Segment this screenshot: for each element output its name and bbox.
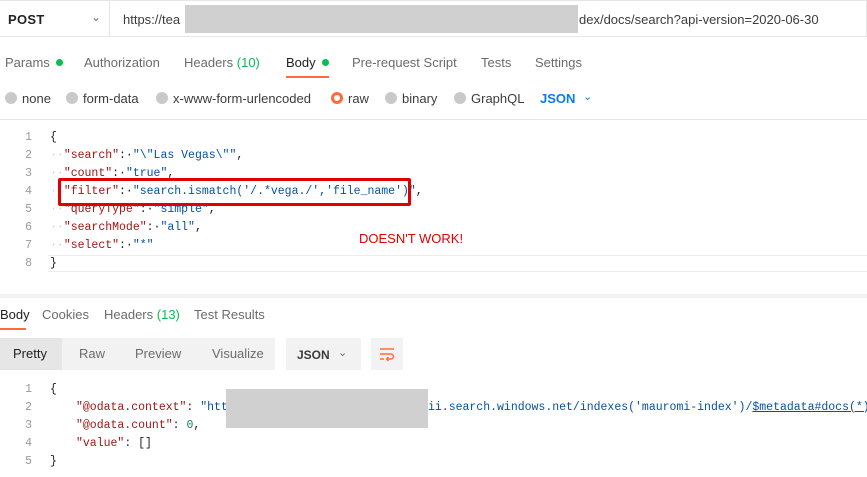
- json-value: "*": [132, 239, 154, 252]
- radio-none-label[interactable]: none: [22, 91, 51, 106]
- radio-raw-label[interactable]: raw: [348, 91, 369, 106]
- json-key: "@odata.context": [76, 401, 187, 414]
- chevron-down-icon: ⌄: [583, 91, 593, 103]
- tab-headers[interactable]: Headers (10): [184, 55, 260, 70]
- line-number: 7: [25, 239, 32, 252]
- code-line-count: "@odata.count": 0,: [76, 419, 201, 432]
- radio-raw[interactable]: [331, 92, 343, 104]
- radio-urlencoded-label[interactable]: x-www-form-urlencoded: [173, 91, 311, 106]
- line-number: 3: [25, 419, 32, 432]
- divider: [0, 119, 867, 120]
- code-line-context: "@odata.context": "http: [76, 401, 235, 414]
- line-number: 8: [25, 257, 32, 270]
- pane-resize-handle[interactable]: [0, 294, 867, 298]
- line-number: 2: [25, 149, 32, 162]
- response-body-viewer: 1 2 3 4 5 { "@odata.context": "http ii.s…: [0, 247, 867, 468]
- redaction-block: [185, 5, 578, 33]
- radio-form-data-label[interactable]: form-data: [83, 91, 139, 106]
- radio-graphql[interactable]: [454, 92, 466, 104]
- radio-form-data[interactable]: [66, 92, 78, 104]
- json-value: 0: [186, 419, 194, 432]
- json-value: "all": [160, 221, 195, 234]
- code-line-search: ··"search":·"\"Las Vegas\"",: [50, 149, 244, 162]
- response-tab-cookies[interactable]: Cookies: [42, 307, 89, 322]
- tab-headers-label: Headers: [184, 55, 234, 70]
- line-number: 3: [25, 167, 32, 180]
- response-headers-count: (13): [156, 307, 180, 322]
- response-tab-headers-label: Headers: [104, 307, 154, 322]
- metadata-link[interactable]: $metadata#docs(*): [752, 401, 867, 414]
- code-line-select: ··"select":·"*": [50, 239, 154, 252]
- view-raw[interactable]: Raw: [79, 346, 105, 361]
- response-tab-body[interactable]: Body: [0, 307, 30, 322]
- tab-prerequest-script[interactable]: Pre-request Script: [352, 55, 457, 70]
- line-number: 5: [25, 203, 32, 216]
- tab-body-label: Body: [286, 55, 316, 70]
- annotation-text: DOESN'T WORK!: [359, 231, 464, 246]
- tab-params-label: Params: [5, 55, 50, 70]
- tab-tests[interactable]: Tests: [481, 55, 511, 70]
- json-key: "searchMode": [63, 221, 147, 234]
- tab-settings[interactable]: Settings: [535, 55, 582, 70]
- method-selector[interactable]: POST ⌄: [0, 0, 110, 37]
- url-start: https://tea: [123, 12, 181, 27]
- active-tab-indicator: [0, 328, 26, 330]
- code-brace-close: }: [50, 455, 57, 468]
- method-label: POST: [8, 12, 45, 27]
- active-tab-indicator: [286, 76, 329, 78]
- code-line-value: "value": []: [76, 437, 152, 450]
- radio-none[interactable]: [5, 92, 17, 104]
- json-key: "select": [63, 239, 120, 252]
- json-key: "search": [63, 149, 120, 162]
- request-body-editor[interactable]: 1 2 3 4 5 6 7 8 { ··"search":·"\"Las Veg…: [0, 0, 867, 272]
- json-value: ii.search.windows.net/indexes('mauromi-i…: [428, 401, 753, 414]
- radio-urlencoded[interactable]: [156, 92, 168, 104]
- tab-authorization[interactable]: Authorization: [84, 55, 160, 70]
- radio-binary[interactable]: [385, 92, 397, 104]
- line-number: 4: [25, 437, 32, 450]
- json-key: "@odata.count": [76, 419, 173, 432]
- code-brace-open: {: [50, 131, 57, 144]
- line-number: 4: [25, 185, 32, 198]
- body-format-dropdown[interactable]: JSON: [540, 91, 575, 106]
- wrap-lines-icon: [380, 348, 395, 362]
- tab-body[interactable]: Body: [286, 55, 329, 70]
- current-line-highlight: [48, 255, 867, 272]
- chevron-down-icon: ⌄: [91, 10, 102, 24]
- highlight-box: [58, 178, 411, 206]
- view-pretty[interactable]: Pretty: [13, 346, 47, 361]
- json-value: []: [138, 437, 152, 450]
- view-visualize[interactable]: Visualize: [212, 346, 264, 361]
- line-number: 1: [25, 131, 32, 144]
- active-dot-icon: [55, 59, 63, 66]
- response-tab-headers[interactable]: Headers (13): [104, 307, 180, 322]
- headers-count: (10): [236, 55, 260, 70]
- radio-binary-label[interactable]: binary: [402, 91, 437, 106]
- response-tab-test-results[interactable]: Test Results: [194, 307, 265, 322]
- line-number: 6: [25, 221, 32, 234]
- view-preview[interactable]: Preview: [135, 346, 181, 361]
- url-input[interactable]: https://tea dex/docs/search?api-version=…: [110, 0, 867, 37]
- chevron-down-icon: ⌄: [338, 347, 348, 359]
- json-value: "\"Las Vegas\"": [132, 149, 237, 162]
- wrap-lines-button[interactable]: [371, 338, 403, 370]
- code-brace-close: }: [50, 257, 57, 270]
- url-end: dex/docs/search?api-version=2020-06-30: [579, 12, 819, 27]
- line-number: 5: [25, 455, 32, 468]
- tab-params[interactable]: Params: [5, 55, 63, 70]
- code-line-searchmode: ··"searchMode":·"all",: [50, 221, 202, 234]
- radio-graphql-label[interactable]: GraphQL: [471, 91, 524, 106]
- code-brace-open: {: [50, 383, 57, 396]
- json-key: "value": [76, 437, 125, 450]
- line-number: 1: [25, 383, 32, 396]
- response-format-label: JSON: [297, 348, 330, 362]
- redaction-block: [226, 389, 428, 428]
- active-dot-icon: [321, 59, 329, 66]
- line-number: 2: [25, 401, 32, 414]
- code-line-context-end: ii.search.windows.net/indexes('mauromi-i…: [428, 401, 867, 414]
